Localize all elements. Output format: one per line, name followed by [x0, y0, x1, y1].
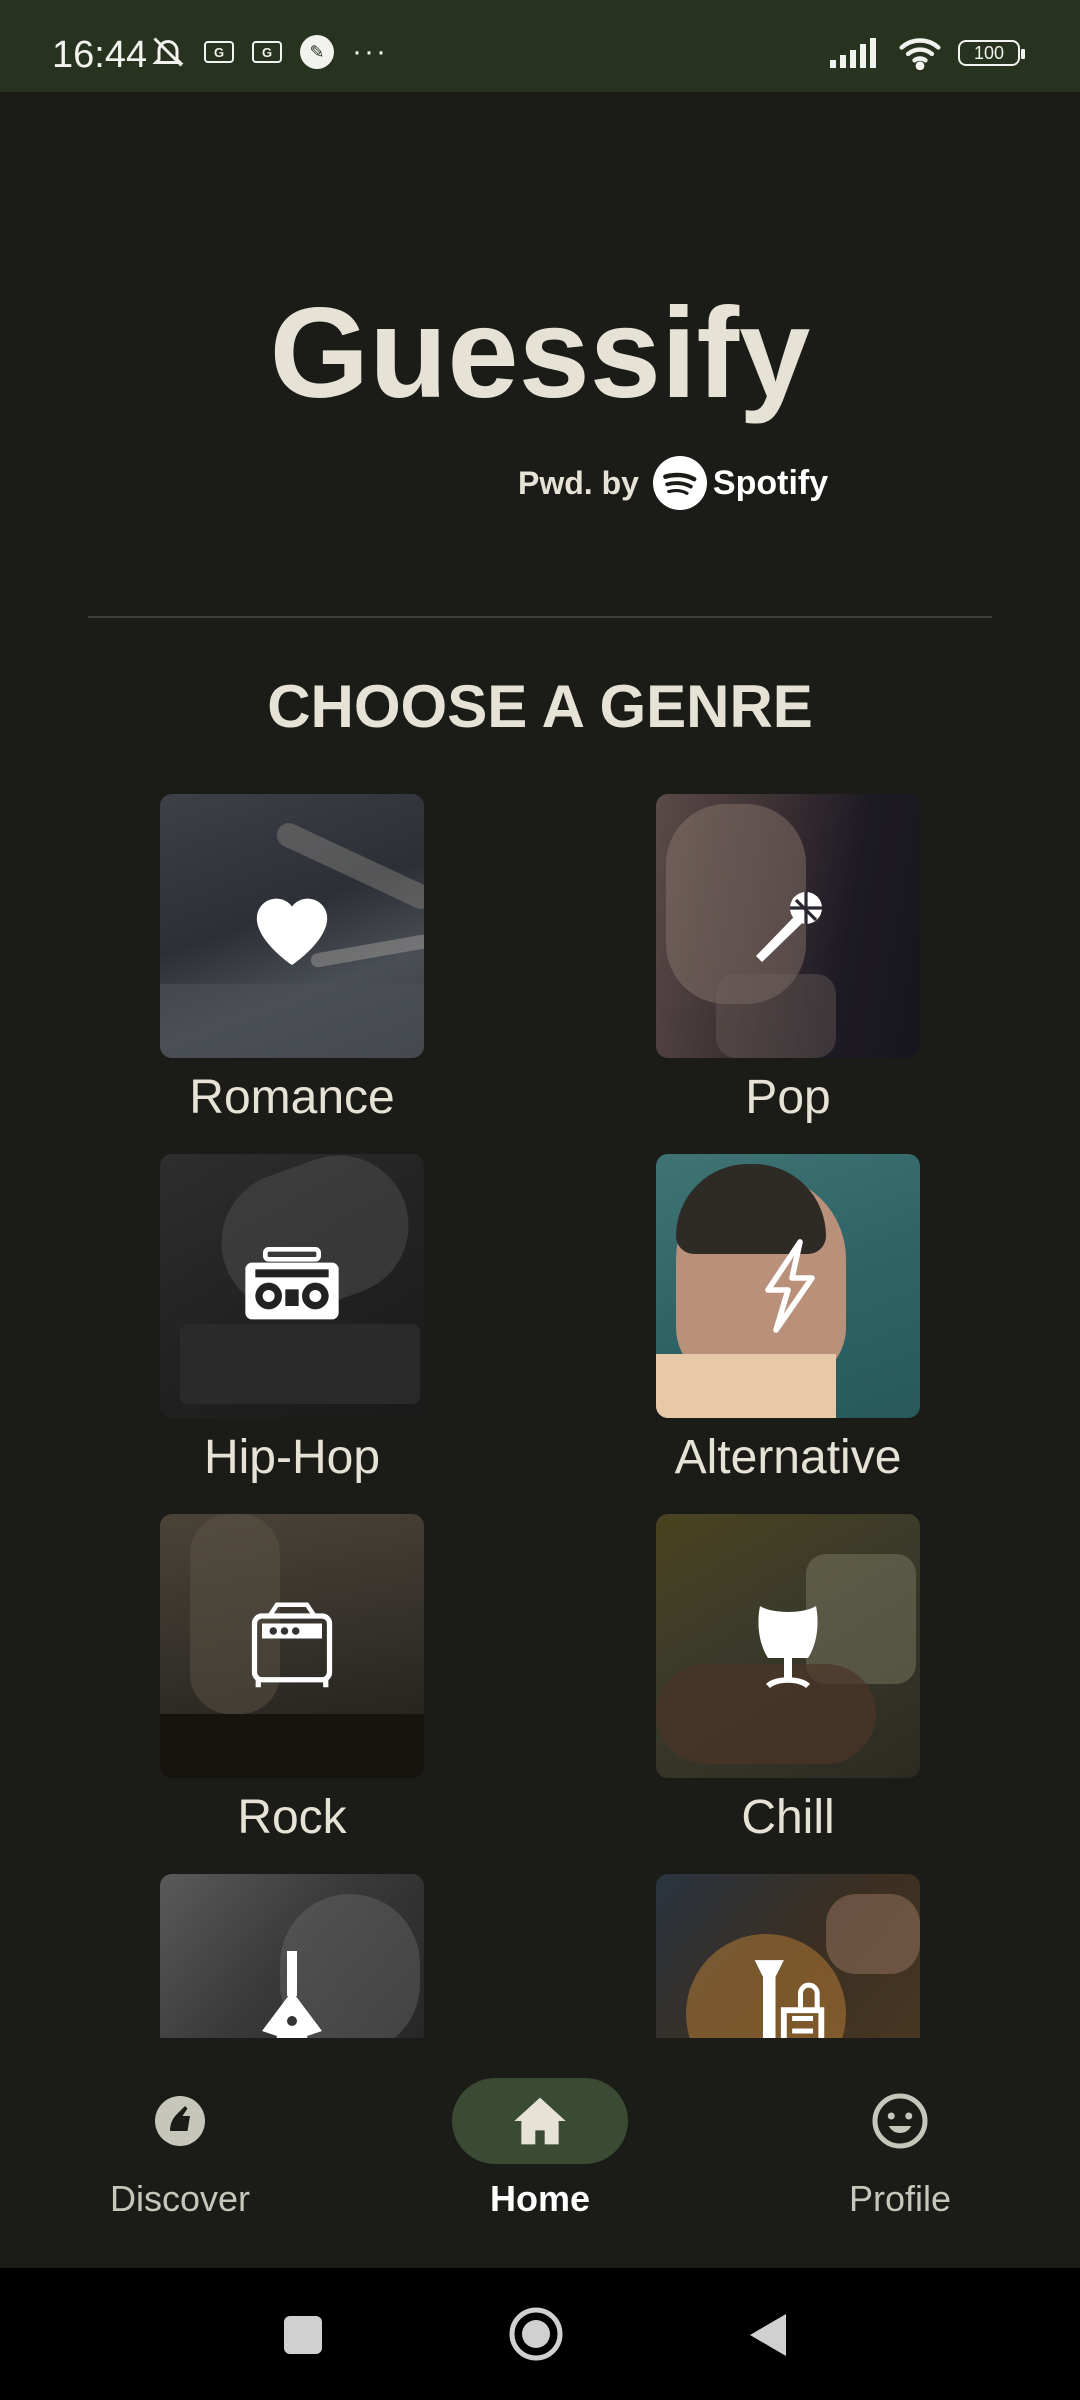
status-bar: 16:44 G G ✎ ··· 100	[0, 0, 1080, 92]
genre-label: Pop	[745, 1071, 831, 1124]
battery-icon: 100	[958, 40, 1025, 66]
egg-chair-icon	[656, 1514, 920, 1778]
genre-label: Romance	[189, 1071, 395, 1124]
brass-instruments-icon	[656, 1874, 920, 2038]
powered-by: Pwd. by Spotify	[518, 456, 828, 510]
electric-guitar-icon	[160, 1874, 424, 2038]
status-notification-icons: G G ✎ ···	[150, 34, 388, 70]
section-title: CHOOSE A GENRE	[267, 673, 813, 740]
more-notifications-icon: ···	[352, 35, 388, 68]
powered-by-text: Pwd. by	[518, 464, 639, 501]
battery-level: 100	[973, 42, 1005, 63]
spotify-logo: Spotify	[652, 456, 829, 510]
heart-icon	[160, 794, 424, 1058]
genre-label: Hip-Hop	[203, 1431, 381, 1484]
nav-label: Home	[489, 2178, 591, 2219]
genre-label: Rock	[237, 1791, 347, 1844]
bell-muted-icon	[152, 37, 184, 67]
signal-icon	[830, 38, 876, 68]
recents-icon[interactable]	[284, 2316, 322, 2354]
status-right-icons: 100	[830, 36, 1025, 70]
bottom-navigation: Discover Home Profile	[0, 2038, 1080, 2268]
home-icon[interactable]	[452, 2078, 628, 2164]
nav-home[interactable]: Home	[410, 2078, 670, 2248]
lightning-icon	[656, 1154, 920, 1418]
genre-grid[interactable]: Romance Pop Hip-Hop Alternative Rock Chi…	[0, 790, 1080, 2038]
divider	[88, 616, 992, 618]
nav-discover[interactable]: Discover	[50, 2078, 310, 2248]
app-notification-icon: ✎	[300, 35, 334, 69]
microphone-icon	[656, 794, 920, 1058]
amplifier-icon	[160, 1514, 424, 1778]
back-icon[interactable]	[748, 2312, 788, 2358]
genre-label: Alternative	[674, 1431, 902, 1484]
genre-label: Chill	[741, 1791, 835, 1844]
app-title: Guessify	[269, 282, 811, 425]
spotify-wordmark: Spotify	[712, 463, 829, 502]
wifi-icon	[899, 38, 941, 70]
boombox-icon	[160, 1154, 424, 1418]
home-circle-icon[interactable]	[508, 2306, 564, 2362]
sim-card-icon-2: G	[252, 41, 282, 63]
smiley-icon[interactable]	[812, 2078, 988, 2164]
spotify-icon	[652, 456, 707, 510]
nav-label: Profile	[848, 2178, 952, 2219]
sim-card-icon: G	[204, 41, 234, 63]
system-navigation-bar	[0, 2268, 1080, 2400]
status-time: 16:44	[52, 34, 148, 76]
discover-icon[interactable]	[92, 2078, 268, 2164]
nav-profile[interactable]: Profile	[770, 2078, 1030, 2248]
nav-label: Discover	[109, 2178, 251, 2219]
